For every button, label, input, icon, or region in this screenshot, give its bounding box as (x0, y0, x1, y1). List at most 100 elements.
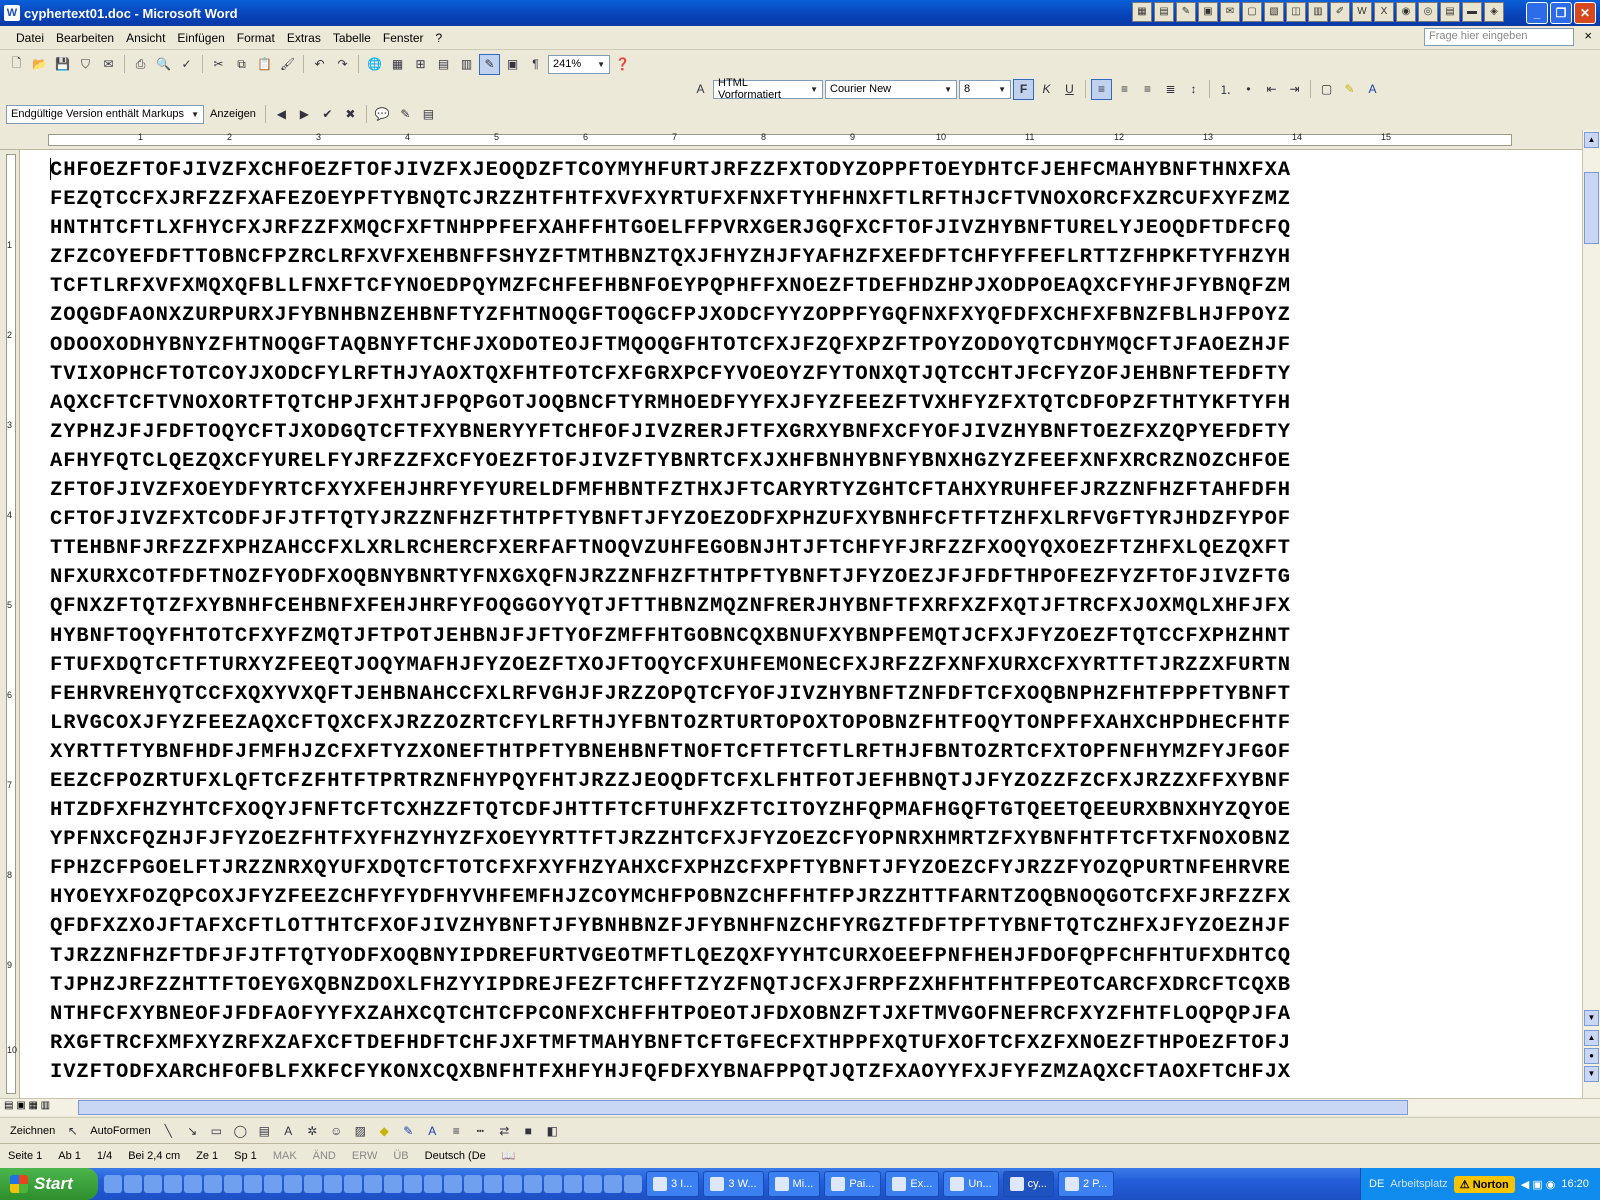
draw-menu-button[interactable]: Zeichnen (6, 1125, 59, 1137)
line-style-icon[interactable]: ≡ (446, 1120, 467, 1141)
document-line[interactable]: ZYPHZJFJFDFTOQYCFTJXODGQTCFTFXYBNERYYFTC… (50, 418, 1550, 447)
paste-icon[interactable]: 📋 (254, 54, 275, 75)
status-overtype[interactable]: ÜB (385, 1150, 416, 1162)
line-color-icon[interactable]: ✎ (398, 1120, 419, 1141)
quicklaunch-icon[interactable] (584, 1175, 602, 1193)
quicklaunch-icon[interactable] (364, 1175, 382, 1193)
status-language[interactable]: Deutsch (De (417, 1150, 494, 1162)
markup-display-select[interactable]: Endgültige Version enthält Markups ▼ (6, 104, 204, 124)
tray-icons[interactable]: ◀ ▣ ◉ (1521, 1178, 1556, 1191)
document-line[interactable]: HYOEYXFOZQPCOXJFYZFEEZCHFYFYDFHYVHFEMFHJ… (50, 883, 1550, 912)
toolbar-icon-b[interactable]: ▤ (1154, 2, 1174, 22)
document-line[interactable]: ZFZCOYEFDFTTOBNCFPZRCLRFXVFXEHBNFFSHYZFT… (50, 243, 1550, 272)
toolbar-icon-g[interactable]: ▧ (1264, 2, 1284, 22)
menu-tabelle[interactable]: Tabelle (327, 31, 377, 45)
document-line[interactable]: QFDFXZXOJFTAFXCFTLOTTHTCFXOFJIVZHYBNFTJF… (50, 912, 1550, 941)
arrow-icon[interactable]: ↘ (182, 1120, 203, 1141)
start-button[interactable]: Start (0, 1168, 98, 1200)
document-line[interactable]: TCFTLRFXVFXMQXQFBLLFNXFTCFYNOEDPQYMZFCHF… (50, 272, 1550, 301)
document-line[interactable]: HNTHTCFTLXFHYCFXJRFZZFXMQCFXFTNHPPFEFXAH… (50, 214, 1550, 243)
workspace-label[interactable]: Arbeitsplatz (1390, 1178, 1447, 1190)
toolbar-icon-k[interactable]: W (1352, 2, 1372, 22)
help-icon[interactable]: ❓ (612, 54, 633, 75)
menu-datei[interactable]: Datei (10, 31, 50, 45)
language-indicator[interactable]: DE (1369, 1178, 1384, 1190)
document-text[interactable]: CHFOEZFTOFJIVZFXCHFOEZFTOFJIVZFXJEOQDZFT… (50, 156, 1550, 1087)
select-objects-icon[interactable]: ↖ (62, 1120, 83, 1141)
toolbar-icon-c[interactable]: ✎ (1176, 2, 1196, 22)
quicklaunch-icon[interactable] (624, 1175, 642, 1193)
justify-icon[interactable]: ≣ (1160, 79, 1181, 100)
font-color-icon[interactable]: A (422, 1120, 443, 1141)
document-line[interactable]: ZOQGDFAONXZURPURXJFYBNHBNZEHBNFTYZFHTNOQ… (50, 301, 1550, 330)
increase-indent-icon[interactable]: ⇥ (1284, 79, 1305, 100)
document-line[interactable]: AQXCFTCFTVNOXORTFTQTCHPJFXHTJFPQPGOTJOQB… (50, 389, 1550, 418)
redo-icon[interactable]: ↷ (332, 54, 353, 75)
next-page-icon[interactable]: ▼ (1584, 1066, 1599, 1082)
scroll-thumb[interactable] (1584, 172, 1599, 244)
columns-icon[interactable]: ▥ (456, 54, 477, 75)
oval-icon[interactable]: ◯ (230, 1120, 251, 1141)
taskbar-button[interactable]: Ex... (885, 1171, 940, 1197)
dash-style-icon[interactable]: ┅ (470, 1120, 491, 1141)
bold-icon[interactable]: F (1013, 78, 1034, 100)
document-line[interactable]: CHFOEZFTOFJIVZFXCHFOEZFTOFJIVZFXJEOQDZFT… (50, 156, 1550, 185)
toolbar-icon-f[interactable]: ▢ (1242, 2, 1262, 22)
undo-icon[interactable]: ↶ (309, 54, 330, 75)
toolbar-icon-o[interactable]: ▤ (1440, 2, 1460, 22)
quicklaunch-icon[interactable] (264, 1175, 282, 1193)
document-line[interactable]: FEHRVREHYQTCCFXQXYVXQFTJEHBNAHCCFXLRFVGH… (50, 680, 1550, 709)
insert-excel-icon[interactable]: ▤ (433, 54, 454, 75)
drawing-icon[interactable]: ✎ (479, 53, 500, 75)
menu-help[interactable]: ? (430, 31, 449, 45)
rectangle-icon[interactable]: ▭ (206, 1120, 227, 1141)
document-line[interactable]: LRVGCOXJFYZFEEZAQXCFTQXCFXJRZZOZRTCFYLRF… (50, 709, 1550, 738)
menu-einfuegen[interactable]: Einfügen (171, 31, 230, 45)
document-line[interactable]: NTHFCFXYBNEOFJFDFAOFYYFXZAHXCQTCHTCFPCON… (50, 1000, 1550, 1029)
document-line[interactable]: ODOOXODHYBNYZFHTNOQGFTAQBNYFTCHFJXODOTEO… (50, 331, 1550, 360)
scroll-up-icon[interactable]: ▲ (1584, 132, 1599, 148)
quicklaunch-icon[interactable] (144, 1175, 162, 1193)
underline-icon[interactable]: U (1059, 79, 1080, 100)
quicklaunch-icon[interactable] (604, 1175, 622, 1193)
align-left-icon[interactable]: ≡ (1091, 78, 1112, 100)
print-preview-icon[interactable]: 🔍 (153, 54, 174, 75)
quicklaunch-icon[interactable] (284, 1175, 302, 1193)
quicklaunch-icon[interactable] (164, 1175, 182, 1193)
document-line[interactable]: IVZFTODFXARCHFOFBLFXKFCFYKONXCQXBNFHTFXH… (50, 1058, 1550, 1087)
menu-ansicht[interactable]: Ansicht (120, 31, 171, 45)
highlight-icon[interactable]: ✎ (1339, 79, 1360, 100)
show-formatting-icon[interactable]: ¶ (525, 54, 546, 75)
minimize-button[interactable]: _ (1526, 2, 1548, 24)
font-color-icon[interactable]: A (1362, 79, 1383, 100)
horizontal-scrollbar[interactable]: ▤ ▣ ▦ ▥ (0, 1098, 1600, 1116)
previous-page-icon[interactable]: ▲ (1584, 1030, 1599, 1046)
next-change-icon[interactable]: ▶ (294, 104, 315, 125)
document-line[interactable]: YPFNXCFQZHJFJFYZOEZFHTFXYFHZYHYZFXOEYYRT… (50, 825, 1550, 854)
toolbar-icon-a[interactable]: ▦ (1132, 2, 1152, 22)
font-size-select[interactable]: 8 ▼ (959, 79, 1011, 99)
autoshapes-button[interactable]: AutoFormen (86, 1125, 155, 1137)
reviewing-pane-icon[interactable]: ▤ (418, 104, 439, 125)
3d-icon[interactable]: ◧ (542, 1120, 563, 1141)
quicklaunch-icon[interactable] (184, 1175, 202, 1193)
quicklaunch-icon[interactable] (464, 1175, 482, 1193)
tables-borders-icon[interactable]: ▦ (387, 54, 408, 75)
reject-change-icon[interactable]: ✖ (340, 104, 361, 125)
cut-icon[interactable]: ✂ (208, 54, 229, 75)
quicklaunch-icon[interactable] (304, 1175, 322, 1193)
quicklaunch-icon[interactable] (104, 1175, 122, 1193)
bullets-icon[interactable]: • (1238, 79, 1259, 100)
vertical-ruler[interactable]: 1 2 3 4 5 6 7 8 9 10 (0, 150, 20, 1098)
view-buttons-icon[interactable]: ▤ ▣ ▦ ▥ (4, 1100, 50, 1111)
document-line[interactable]: FPHZCFPGOELFTJRZZNRXQYUFXDQTCFTOTCFXFXYF… (50, 854, 1550, 883)
taskbar-button[interactable]: Un... (943, 1171, 999, 1197)
hscroll-thumb[interactable] (78, 1100, 1408, 1115)
align-right-icon[interactable]: ≡ (1137, 79, 1158, 100)
italic-icon[interactable]: K (1036, 79, 1057, 100)
document-line[interactable]: FTUFXDQTCFTFTURXYZFEEQTJOQYMAFHJFYZOEZFT… (50, 651, 1550, 680)
toolbar-icon-h[interactable]: ◫ (1286, 2, 1306, 22)
fill-color-icon[interactable]: ◆ (374, 1120, 395, 1141)
previous-change-icon[interactable]: ◀ (271, 104, 292, 125)
document-line[interactable]: FEZQTCCFXJRFZZFXAFEZOEYPFTYBNQTCJRZZHTFH… (50, 185, 1550, 214)
